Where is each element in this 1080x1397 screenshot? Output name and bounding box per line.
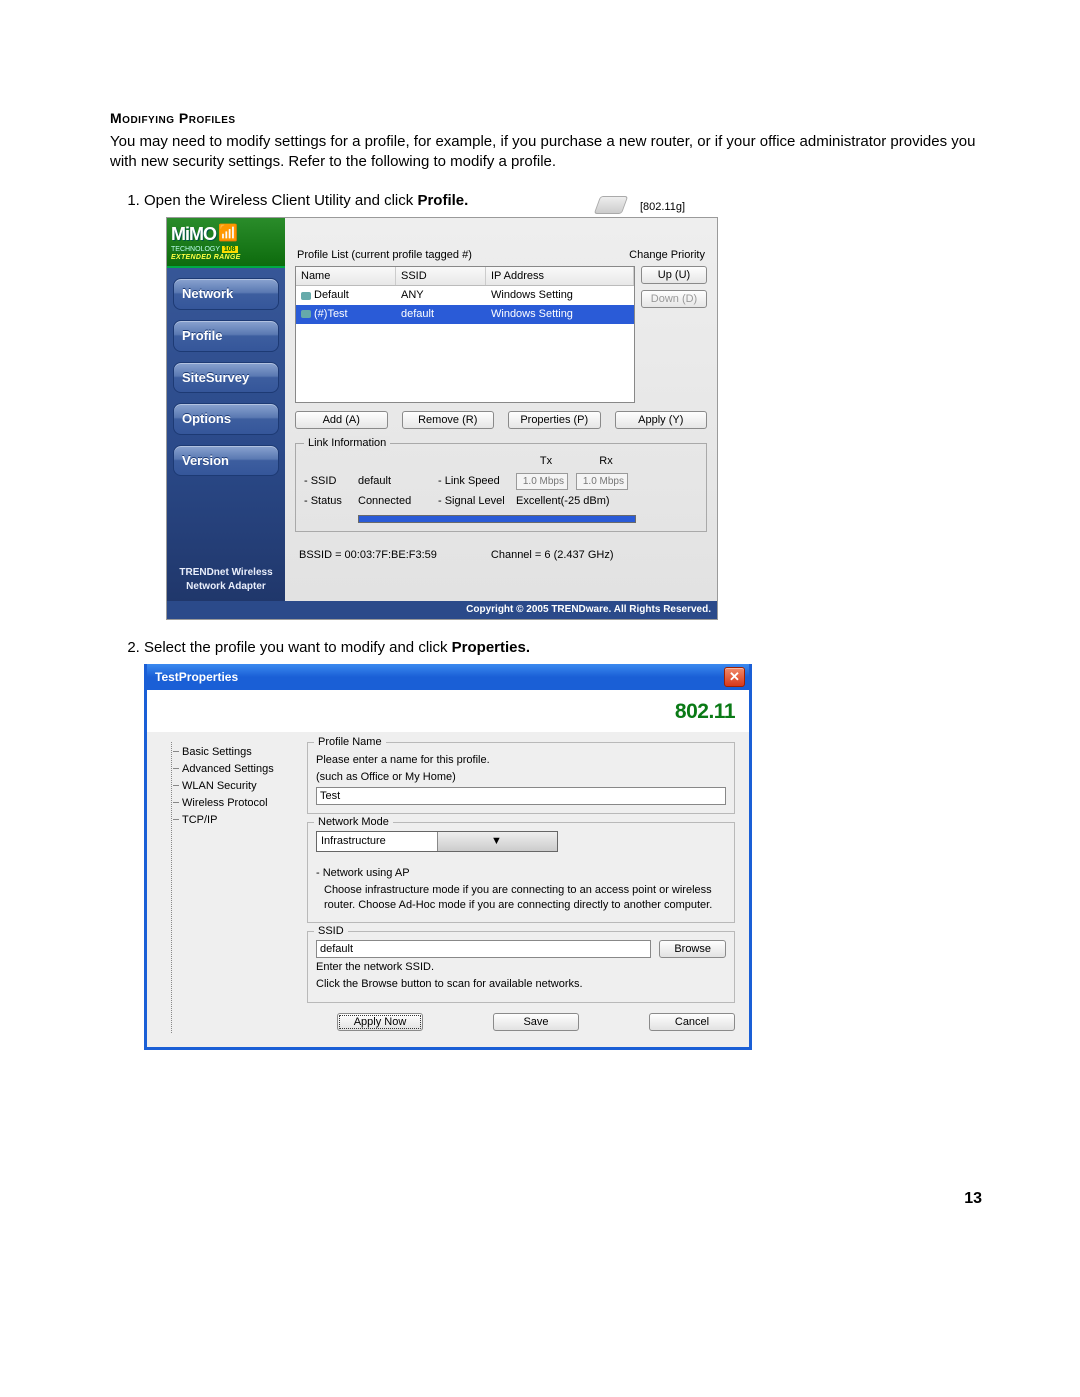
tree-wireless-protocol[interactable]: Wireless Protocol	[182, 795, 293, 812]
channel-value: Channel = 6 (2.437 GHz)	[491, 548, 614, 563]
nav-network[interactable]: Network	[173, 278, 279, 310]
tx-value: 1.0 Mbps	[516, 473, 568, 491]
tree-advanced-settings[interactable]: Advanced Settings	[182, 761, 293, 778]
linkspeed-label: - Link Speed	[438, 474, 516, 489]
sidebar: MiMO 📶 TECHNOLOGY 108 EXTENDED RANGE Net…	[167, 218, 285, 601]
step-2-text: Select the profile you want to modify an…	[144, 639, 452, 656]
cell-name: Default	[296, 286, 396, 305]
tree-tcpip[interactable]: TCP/IP	[182, 812, 293, 829]
cell-ssid: default	[396, 305, 486, 324]
properties-button[interactable]: Properties (P)	[508, 411, 601, 429]
page-number: 13	[110, 1190, 982, 1208]
apply-button[interactable]: Apply (Y)	[615, 411, 708, 429]
logo-tech: TECHNOLOGY	[171, 246, 220, 253]
cell-ssid: ANY	[396, 286, 486, 305]
sidebar-footer-1: TRENDnet Wireless	[171, 566, 281, 580]
up-button[interactable]: Up (U)	[641, 266, 707, 284]
profile-table[interactable]: Name SSID IP Address Default ANY Windows…	[295, 266, 635, 404]
wireless-client-utility-window: ✕ MiMO 📶 TECHNOLOGY 108 EXTENDED RANGE	[166, 217, 718, 620]
sidebar-footer-2: Network Adapter	[171, 580, 281, 594]
section-heading: Modifying Profiles	[110, 110, 990, 126]
add-button[interactable]: Add (A)	[295, 411, 388, 429]
network-mode-select[interactable]: Infrastructure ▼	[316, 831, 558, 852]
network-mode-group: Network Mode Infrastructure ▼ - Network …	[307, 822, 735, 923]
bssid-value: BSSID = 00:03:7F:BE:F3:59	[299, 548, 437, 563]
rx-label: Rx	[576, 454, 636, 469]
profile-name-hint1: Please enter a name for this profile.	[316, 753, 726, 768]
profile-name-legend: Profile Name	[314, 735, 386, 750]
ssid-hint2: Click the Browse button to scan for avai…	[316, 977, 726, 992]
step-1: Open the Wireless Client Utility and cli…	[144, 191, 990, 620]
rx-value: 1.0 Mbps	[576, 473, 628, 491]
nav-version[interactable]: Version	[173, 445, 279, 477]
ssid-group: SSID Browse Enter the network SSID. Clic…	[307, 931, 735, 1003]
nav-sitesurvey[interactable]: SiteSurvey	[173, 362, 279, 394]
link-info-legend: Link Information	[304, 436, 390, 451]
profile-list-label: Profile List (current profile tagged #)	[297, 248, 472, 263]
status-label: - Status	[304, 494, 358, 509]
col-name[interactable]: Name	[296, 267, 396, 286]
network-mode-value: Infrastructure	[317, 832, 437, 851]
link-information-group: Link Information Tx Rx - SSID default - …	[295, 443, 707, 532]
ssid-input[interactable]	[316, 940, 651, 958]
step-1-bold: Profile.	[417, 192, 468, 209]
network-mode-legend: Network Mode	[314, 815, 393, 830]
logo-ext-range: EXTENDED RANGE	[171, 253, 281, 262]
change-priority-label: Change Priority	[629, 248, 705, 263]
profile-name-group: Profile Name Please enter a name for thi…	[307, 742, 735, 814]
tree-basic-settings[interactable]: Basic Settings	[182, 744, 293, 761]
browse-button[interactable]: Browse	[659, 940, 726, 958]
col-ip[interactable]: IP Address	[486, 267, 634, 286]
tx-label: Tx	[516, 454, 576, 469]
status-value: Connected	[358, 494, 438, 509]
apply-now-button[interactable]: Apply Now	[337, 1013, 423, 1031]
step-2-bold: Properties.	[452, 639, 530, 656]
cell-ip: Windows Setting	[486, 305, 634, 324]
card-icon	[594, 196, 629, 214]
network-mode-desc: Choose infrastructure mode if you are co…	[316, 883, 726, 913]
remove-button[interactable]: Remove (R)	[402, 411, 495, 429]
profile-name-input[interactable]	[316, 787, 726, 805]
cell-name: (#)Test	[296, 305, 396, 324]
table-row-selected[interactable]: (#)Test default Windows Setting	[296, 305, 634, 324]
profile-name-hint2: (such as Office or My Home)	[316, 770, 726, 785]
save-button[interactable]: Save	[493, 1013, 579, 1031]
logo-speed: 108	[222, 246, 238, 253]
ssid-hint1: Enter the network SSID.	[316, 960, 726, 975]
nav-options[interactable]: Options	[173, 403, 279, 435]
col-ssid[interactable]: SSID	[396, 267, 486, 286]
brand-logo: MiMO 📶 TECHNOLOGY 108 EXTENDED RANGE	[167, 218, 285, 269]
logo-text: MiMO	[171, 222, 216, 246]
signal-bar	[358, 515, 636, 523]
signal-level-label: - Signal Level	[438, 494, 516, 509]
table-row[interactable]: Default ANY Windows Setting	[296, 286, 634, 305]
ssid-label: - SSID	[304, 474, 358, 489]
cell-ip: Windows Setting	[486, 286, 634, 305]
copyright-bar: Copyright © 2005 TRENDware. All Rights R…	[167, 601, 717, 619]
tree-wlan-security[interactable]: WLAN Security	[182, 778, 293, 795]
chevron-down-icon[interactable]: ▼	[437, 832, 557, 851]
ssid-legend: SSID	[314, 924, 348, 939]
nav-profile[interactable]: Profile	[173, 320, 279, 352]
down-button[interactable]: Down (D)	[641, 290, 707, 308]
test-properties-dialog: TestProperties ✕ 802.11 Basic Settings A…	[144, 664, 752, 1050]
step-2: Select the profile you want to modify an…	[144, 638, 990, 1050]
settings-tree[interactable]: Basic Settings Advanced Settings WLAN Se…	[171, 742, 293, 1033]
intro-paragraph: You may need to modify settings for a pr…	[110, 132, 990, 173]
network-using-ap-label: - Network using AP	[316, 866, 726, 881]
standard-tag: [802.11g]	[640, 200, 685, 215]
step-1-text: Open the Wireless Client Utility and cli…	[144, 192, 417, 209]
signal-level-value: Excellent(-25 dBm)	[516, 494, 636, 509]
cancel-button[interactable]: Cancel	[649, 1013, 735, 1031]
ssid-value: default	[358, 474, 438, 489]
dialog-title: TestProperties	[155, 669, 238, 685]
close-icon[interactable]: ✕	[724, 667, 745, 687]
standard-label: 802.11	[675, 700, 735, 723]
